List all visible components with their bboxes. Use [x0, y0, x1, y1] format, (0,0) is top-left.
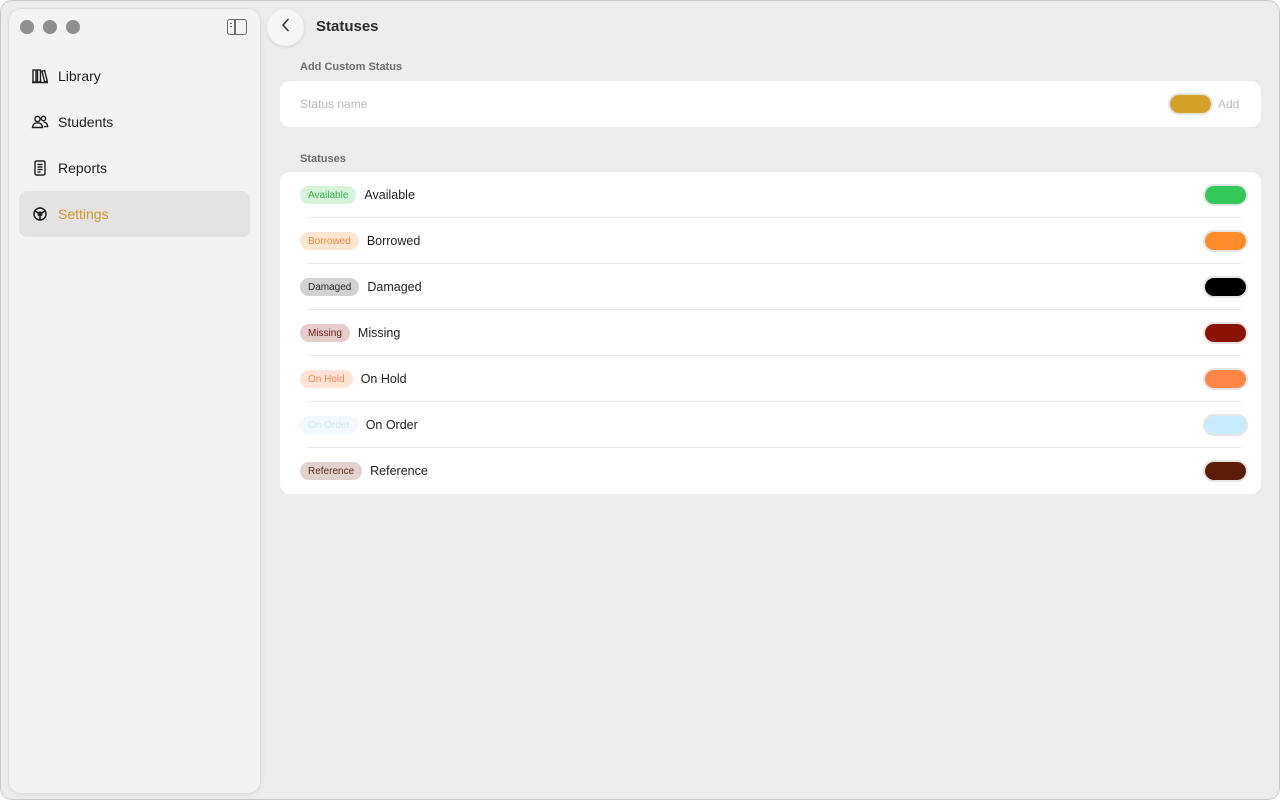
- status-pill: Missing: [300, 324, 350, 342]
- status-color-picker[interactable]: [1203, 184, 1248, 206]
- new-status-color-picker[interactable]: [1168, 93, 1213, 115]
- color-swatch: [1205, 324, 1246, 342]
- status-color-picker[interactable]: [1203, 414, 1248, 436]
- color-swatch: [1205, 278, 1246, 296]
- add-status-card: Add: [280, 81, 1261, 127]
- status-name-input[interactable]: [300, 81, 1160, 127]
- page-title: Statuses: [316, 18, 379, 35]
- status-name: On Order: [365, 418, 418, 432]
- sidebar-item-label: Settings: [58, 206, 109, 222]
- sidebar-item-reports[interactable]: Reports: [19, 145, 250, 191]
- sidebar-item-label: Reports: [58, 160, 108, 176]
- document-icon: [31, 159, 49, 177]
- status-color-picker[interactable]: [1203, 368, 1248, 390]
- people-icon: [31, 113, 49, 131]
- window-controls: [20, 20, 80, 34]
- statuses-list: Available Available Borrowed Borrowed Da…: [280, 172, 1261, 494]
- status-row-on-hold: On Hold On Hold: [280, 356, 1261, 402]
- status-color-picker[interactable]: [1203, 230, 1248, 252]
- status-pill: Available: [300, 186, 357, 204]
- status-pill: Damaged: [300, 278, 360, 296]
- sidebar-item-label: Library: [58, 68, 101, 84]
- status-row-missing: Missing Missing: [280, 310, 1261, 356]
- settings-icon: [31, 205, 49, 223]
- status-pill: Borrowed: [300, 232, 359, 250]
- status-pill: On Hold: [300, 370, 353, 388]
- status-color-picker[interactable]: [1203, 322, 1248, 344]
- sidebar: Library Students Reports Settings: [9, 9, 260, 793]
- add-status-button[interactable]: Add: [1218, 97, 1239, 111]
- color-swatch: [1205, 370, 1246, 388]
- status-name: Available: [364, 188, 415, 202]
- close-window-button[interactable]: [20, 20, 34, 34]
- status-row-reference: Reference Reference: [280, 448, 1261, 494]
- status-pill: Reference: [300, 462, 363, 480]
- status-color-picker[interactable]: [1203, 276, 1248, 298]
- color-swatch: [1205, 232, 1246, 250]
- status-name: Missing: [357, 326, 401, 340]
- status-row-borrowed: Borrowed Borrowed: [280, 218, 1261, 264]
- status-pill: On Order: [300, 416, 358, 434]
- sidebar-toggle-icon[interactable]: [227, 19, 247, 35]
- color-swatch: [1205, 462, 1246, 480]
- status-name: Borrowed: [366, 234, 421, 248]
- status-row-available: Available Available: [280, 172, 1261, 218]
- status-color-picker[interactable]: [1203, 460, 1248, 482]
- color-swatch: [1205, 416, 1246, 434]
- zoom-window-button[interactable]: [66, 20, 80, 34]
- app-window: Library Students Reports Settings Status…: [0, 0, 1280, 800]
- status-name: On Hold: [360, 372, 407, 386]
- add-status-section-label: Add Custom Status: [300, 61, 403, 73]
- sidebar-item-settings[interactable]: Settings: [19, 191, 250, 237]
- sidebar-item-students[interactable]: Students: [19, 99, 250, 145]
- books-icon: [31, 67, 49, 85]
- sidebar-item-library[interactable]: Library: [19, 53, 250, 99]
- sidebar-nav: Library Students Reports Settings: [19, 53, 250, 237]
- chevron-left-icon: [280, 18, 292, 37]
- status-name: Damaged: [367, 280, 422, 294]
- status-name: Reference: [370, 464, 428, 478]
- color-swatch: [1170, 95, 1211, 113]
- color-swatch: [1205, 186, 1246, 204]
- minimize-window-button[interactable]: [43, 20, 57, 34]
- statuses-section-label: Statuses: [300, 153, 346, 165]
- sidebar-item-label: Students: [58, 114, 114, 130]
- back-button[interactable]: [267, 9, 304, 46]
- status-row-damaged: Damaged Damaged: [280, 264, 1261, 310]
- status-row-on-order: On Order On Order: [280, 402, 1261, 448]
